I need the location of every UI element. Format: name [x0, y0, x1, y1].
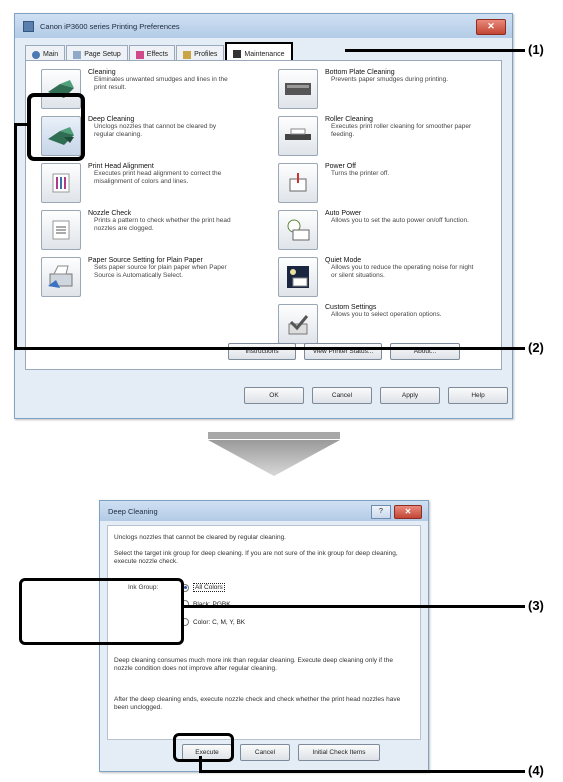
callout-3-line [181, 605, 525, 608]
down-arrow-icon [208, 440, 340, 476]
custom-settings-item: Custom Settings Allows you to select oper… [278, 304, 475, 344]
bottom-plate-cleaning-button[interactable] [278, 69, 318, 109]
tab-profiles[interactable]: Profiles [176, 45, 225, 61]
roller-icon [285, 128, 311, 140]
radio-all-colors[interactable]: All Colors [181, 583, 225, 592]
window-title: Canon iP3600 series Printing Preferences [40, 21, 180, 31]
roller-cleaning-button[interactable] [278, 116, 318, 156]
nozzle-check-icon [52, 220, 70, 240]
dialog-cancel-button[interactable]: Cancel [240, 744, 290, 761]
callout-1-line [345, 49, 525, 52]
apply-button[interactable]: Apply [380, 387, 440, 404]
callout-4-line-b [199, 770, 525, 773]
help-icon[interactable]: ? [371, 505, 391, 519]
effects-icon [135, 50, 144, 59]
dialog-warning: Deep cleaning consumes much more ink tha… [114, 657, 393, 673]
custom-settings-icon [288, 315, 309, 335]
dialog-close-button[interactable]: ✕ [394, 505, 422, 519]
deep-cleaning-highlight [27, 93, 85, 161]
tab-strip: Main Page Setup Effects Profiles Mainten… [25, 42, 294, 62]
alignment-icon [52, 173, 70, 193]
callout-4: (4) [528, 763, 544, 778]
print-head-alignment-item: Print Head Alignment Executes print head … [41, 163, 238, 203]
main-tab-icon [32, 50, 40, 59]
callout-2-line-c [14, 347, 525, 350]
tab-effects[interactable]: Effects [128, 45, 176, 61]
callout-2-line-b [14, 123, 17, 349]
page-setup-icon [73, 50, 82, 59]
profiles-icon [183, 50, 192, 59]
paper-source-button[interactable] [41, 257, 81, 297]
arrow-bar [208, 432, 340, 439]
ok-button[interactable]: OK [244, 387, 304, 404]
power-off-button[interactable] [278, 163, 318, 203]
dialog-intro: Unclogs nozzles that cannot be cleared b… [114, 534, 286, 541]
auto-power-icon [287, 219, 310, 241]
printer-app-icon [23, 20, 34, 32]
printing-preferences-window: Canon iP3600 series Printing Preferences… [14, 13, 513, 419]
callout-2: (2) [528, 340, 544, 355]
print-head-alignment-button[interactable] [41, 163, 81, 203]
maintenance-panel: Cleaning Eliminates unwanted smudges and … [25, 60, 502, 370]
tab-page-setup[interactable]: Page Setup [66, 45, 128, 61]
tab-main[interactable]: Main [25, 45, 66, 61]
panel-button-row: Instructions View Printer Status... Abou… [228, 343, 460, 360]
dialog-title: Deep Cleaning [108, 506, 158, 516]
tab-maintenance[interactable]: Maintenance [225, 42, 293, 62]
nozzle-check-item: Nozzle Check Prints a pattern to check wh… [41, 210, 238, 250]
bottom-plate-cleaning-item: Bottom Plate Cleaning Prevents paper smud… [278, 69, 475, 109]
about-button[interactable]: About... [390, 343, 460, 360]
help-button[interactable]: Help [448, 387, 508, 404]
execute-highlight [173, 733, 234, 762]
initial-check-items-button[interactable]: Initial Check Items [298, 744, 380, 761]
quiet-mode-icon [287, 266, 309, 288]
roller-cleaning-item: Roller Cleaning Executes print roller cle… [278, 116, 475, 156]
dialog-after-text: After the deep cleaning ends, execute no… [114, 696, 401, 712]
power-off-icon [289, 173, 307, 192]
paper-source-icon [48, 265, 73, 288]
instructions-button[interactable]: Instructions [228, 343, 296, 360]
auto-power-item: Auto Power Allows you to set the auto pow… [278, 210, 475, 250]
power-off-item: Power Off Turns the printer off. [278, 163, 475, 203]
callout-3: (3) [528, 598, 544, 613]
cancel-button[interactable]: Cancel [312, 387, 372, 404]
ink-group-highlight [19, 578, 184, 645]
auto-power-button[interactable] [278, 210, 318, 250]
bottom-plate-icon [285, 83, 311, 95]
dialog-select-text: Select the target ink group for deep cle… [114, 550, 398, 566]
paper-source-item: Paper Source Setting for Plain Paper Sets… [41, 257, 238, 297]
nozzle-check-button[interactable] [41, 210, 81, 250]
dialog-button-row: OK Cancel Apply Help [244, 387, 508, 404]
custom-settings-button[interactable] [278, 304, 318, 344]
maintenance-icon [233, 50, 242, 58]
close-button[interactable]: ✕ [476, 19, 506, 35]
view-printer-status-button[interactable]: View Printer Status... [304, 343, 382, 360]
callout-1: (1) [528, 42, 544, 57]
quiet-mode-button[interactable] [278, 257, 318, 297]
title-bar: Canon iP3600 series Printing Preferences [15, 14, 512, 38]
quiet-mode-item: Quiet Mode Allows you to reduce the opera… [278, 257, 475, 297]
radio-color[interactable]: Color: C, M, Y, BK [181, 618, 245, 626]
